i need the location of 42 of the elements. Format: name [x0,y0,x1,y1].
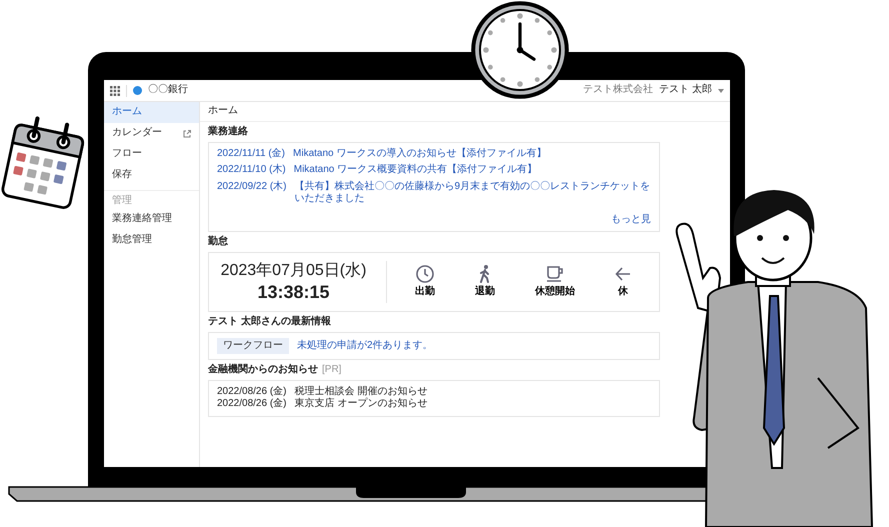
more-link[interactable]: もっと見 [611,214,651,224]
section-heading: 勤怠 [208,236,229,248]
section-heading: テスト 太郎さんの最新情報 [208,316,332,328]
attendance-button[interactable]: 出勤 [415,265,435,298]
pr-label: [PR] [322,364,342,376]
notice-date[interactable]: 2022/11/10 (木) [217,164,286,176]
clock-icon [416,265,434,283]
notice-date[interactable]: 2022/11/11 (金) [217,148,286,160]
caret-icon[interactable] [718,88,724,92]
sidebar-section-label: 管理 [104,190,199,208]
company-name: テスト株式会社 [583,84,654,97]
notice-link[interactable]: Mikatano ワークス概要資料の共有【添付ファイル有】 [294,164,538,176]
attendance-date: 2023年07月05日(水) [220,260,366,280]
arrow-left-icon [615,265,631,283]
attendance-button[interactable]: 休 [615,265,631,298]
bank-name: 〇〇銀行 [148,84,188,97]
notice-date[interactable]: 2022/09/22 (木) [217,180,286,206]
notice-date: 2022/08/26 (金) [217,386,286,398]
section-heading: 金融機関からのお知らせ [208,364,318,376]
attendance-button[interactable]: 休憩開始 [535,265,575,298]
notice-link[interactable]: Mikatano ワークスの導入のお知らせ【添付ファイル有】 [293,148,546,160]
attendance-time: 13:38:15 [257,280,330,303]
sidebar-item[interactable]: 勤怠管理 [104,230,199,250]
user-name[interactable]: テスト 太郎 [659,84,712,97]
notice-link[interactable]: 【共有】株式会社〇〇の佐藤様から9月末まで有効の〇〇レストランチケットをいただきました [294,180,651,206]
notice-link[interactable]: 税理士相談会 開催のお知らせ [294,386,428,398]
pending-link[interactable]: 未処理の申請が2件あります。 [297,340,433,352]
sidebar-item[interactable]: 業務連絡管理 [104,208,199,230]
attendance-button[interactable]: 退勤 [475,265,495,298]
notice-date: 2022/08/26 (金) [217,398,286,410]
cup-icon [546,265,564,283]
sidebar-item[interactable]: フロー [104,144,199,165]
breadcrumb-text: ホーム [200,102,730,122]
section-heading: 業務連絡 [208,126,249,138]
workflow-tag: ワークフロー [217,338,289,354]
walking-person-icon [478,265,492,283]
sidebar-item[interactable]: カレンダー [104,123,199,144]
sidebar-item[interactable]: 保存 [104,165,199,186]
app-grid-icon[interactable] [110,86,120,96]
notice-link[interactable]: 東京支店 オープンのお知らせ [294,398,428,410]
sidebar-item[interactable]: ホーム [104,102,199,123]
bank-logo-icon [133,86,142,95]
